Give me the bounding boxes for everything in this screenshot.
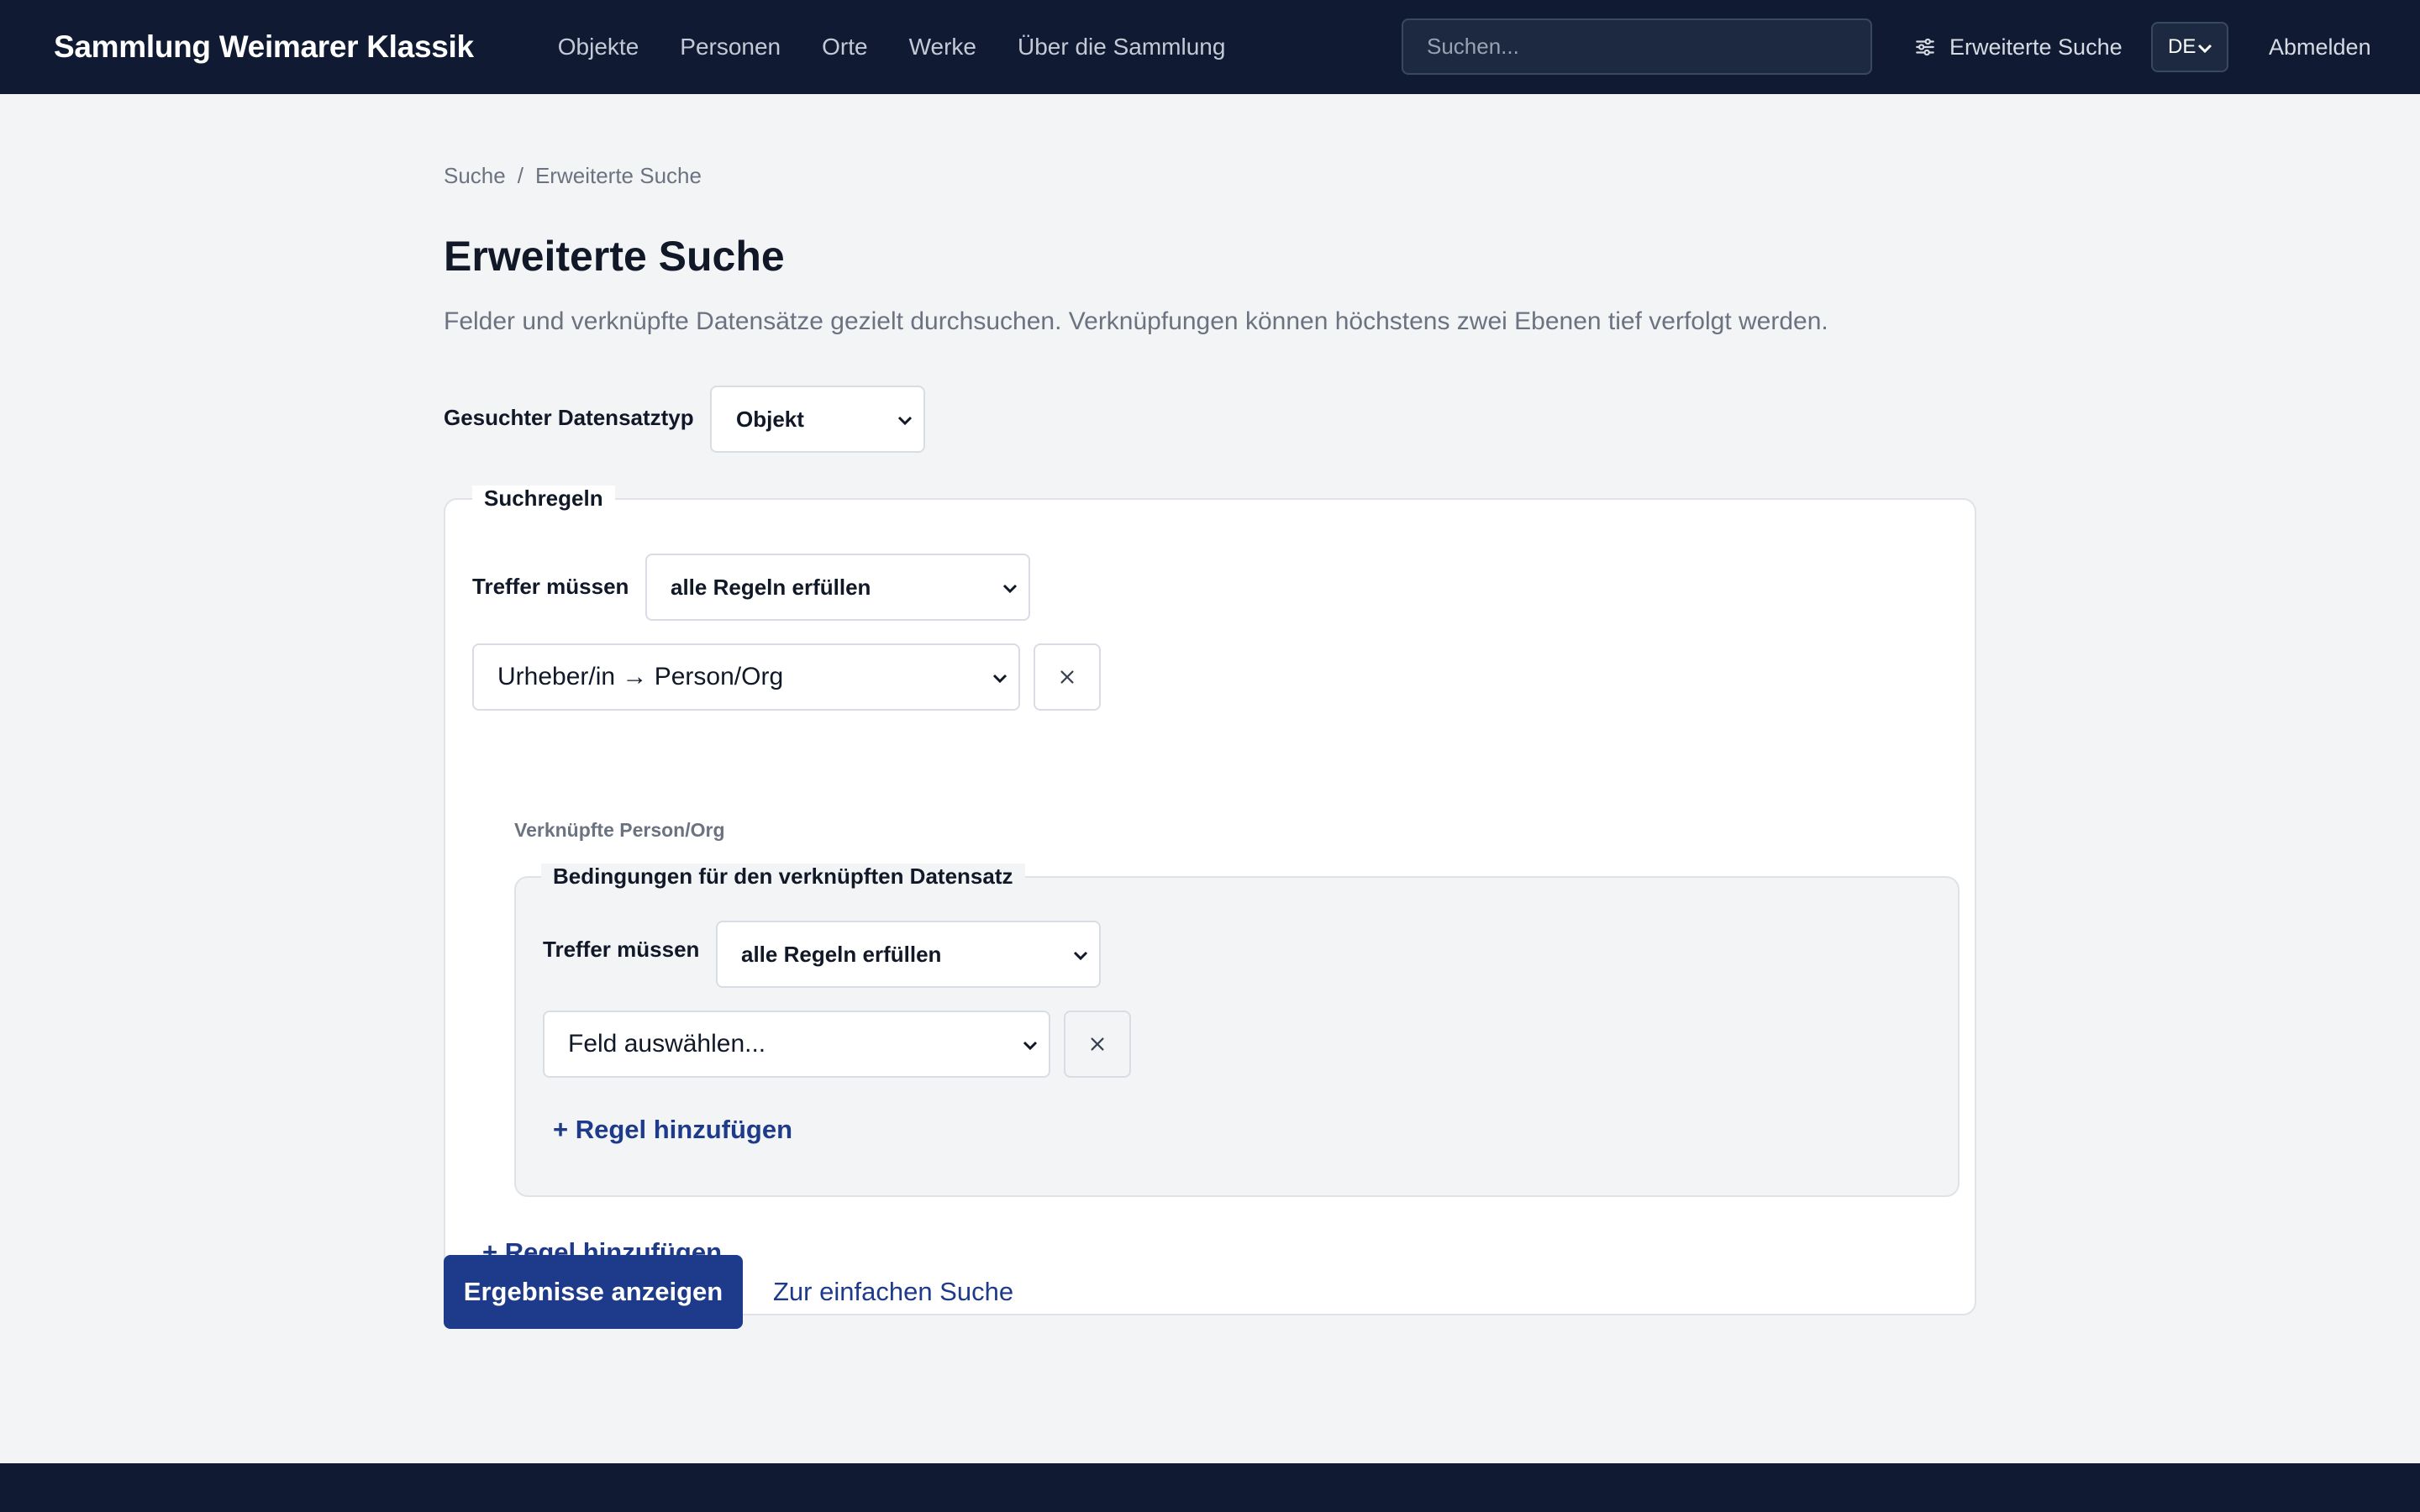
logout-link[interactable]: Abmelden [2269, 0, 2371, 94]
nav-link-personen[interactable]: Personen [680, 34, 781, 60]
record-type-select[interactable]: Objekt [710, 386, 925, 453]
rule-field-value: Urheber/in → Person/Org [497, 663, 784, 690]
breadcrumb-item-current: Erweiterte Suche [534, 163, 702, 188]
nested-field-select[interactable]: Feld auswählen... [543, 1011, 1050, 1078]
linked-conditions-legend: Bedingungen für den verknüpften Datensat… [541, 864, 1025, 890]
breadcrumb-item-suche[interactable]: Suche [444, 163, 506, 189]
breadcrumb-separator: / [517, 163, 523, 188]
match-mode-value: alle Regeln erfüllen [671, 574, 871, 600]
top-navigation-bar: Sammlung Weimarer Klassik Objekte Person… [0, 0, 2420, 94]
breadcrumb: Suche / Erweiterte Suche [444, 163, 702, 189]
nested-match-mode-label: Treffer müssen [543, 937, 700, 962]
advanced-search-label: Erweiterte Suche [1949, 34, 2123, 60]
show-results-button[interactable]: Ergebnisse anzeigen [444, 1255, 743, 1329]
close-icon [1091, 1037, 1104, 1051]
footer [0, 1463, 2420, 1512]
brand-title[interactable]: Sammlung Weimarer Klassik [54, 29, 474, 65]
close-icon [1060, 670, 1074, 684]
advanced-search-link[interactable]: Erweiterte Suche [1914, 0, 2123, 94]
simple-search-link[interactable]: Zur einfachen Suche [773, 1255, 1013, 1329]
chevron-down-icon [2197, 44, 2212, 54]
search-rules-legend: Suchregeln [472, 486, 615, 512]
language-value: DE [2168, 35, 2196, 58]
nested-match-mode-value: alle Regeln erfüllen [741, 941, 942, 967]
nav-link-objekte[interactable]: Objekte [558, 34, 639, 60]
search-input[interactable] [1402, 18, 1872, 75]
nav-link-orte[interactable]: Orte [822, 34, 867, 60]
match-mode-label: Treffer müssen [472, 574, 629, 599]
remove-rule-button[interactable] [1034, 643, 1101, 711]
chevron-down-icon [897, 416, 913, 426]
record-type-value: Objekt [736, 406, 804, 432]
remove-nested-rule-button[interactable] [1064, 1011, 1131, 1078]
sliders-icon [1916, 38, 1934, 56]
linked-record-label: Verknüpfte Person/Org [514, 819, 725, 841]
chevron-down-icon [992, 674, 1007, 684]
match-mode-select[interactable]: alle Regeln erfüllen [645, 554, 1030, 621]
linked-conditions-fieldset: Bedingungen für den verknüpften Datensat… [514, 864, 1960, 1197]
chevron-down-icon [1023, 1041, 1038, 1051]
chevron-down-icon [1002, 584, 1018, 594]
nested-field-placeholder: Feld auswählen... [568, 1030, 766, 1058]
nav-link-about[interactable]: Über die Sammlung [1018, 34, 1225, 60]
chevron-down-icon [1073, 951, 1088, 961]
rule-field-select[interactable]: Urheber/in → Person/Org [472, 643, 1020, 711]
nested-match-mode-select[interactable]: alle Regeln erfüllen [716, 921, 1101, 988]
main-nav: Objekte Personen Orte Werke Über die Sam… [558, 34, 1267, 60]
nav-link-werke[interactable]: Werke [909, 34, 976, 60]
page-title: Erweiterte Suche [444, 233, 785, 280]
language-select[interactable]: DE [2151, 22, 2228, 72]
search-rules-fieldset: Suchregeln Treffer müssen alle Regeln er… [444, 486, 1976, 1315]
nested-add-rule-button[interactable]: + Regel hinzufügen [553, 1115, 792, 1145]
page-description: Felder und verknüpfte Datensätze gezielt… [444, 307, 1828, 335]
record-type-label: Gesuchter Datensatztyp [444, 405, 694, 430]
